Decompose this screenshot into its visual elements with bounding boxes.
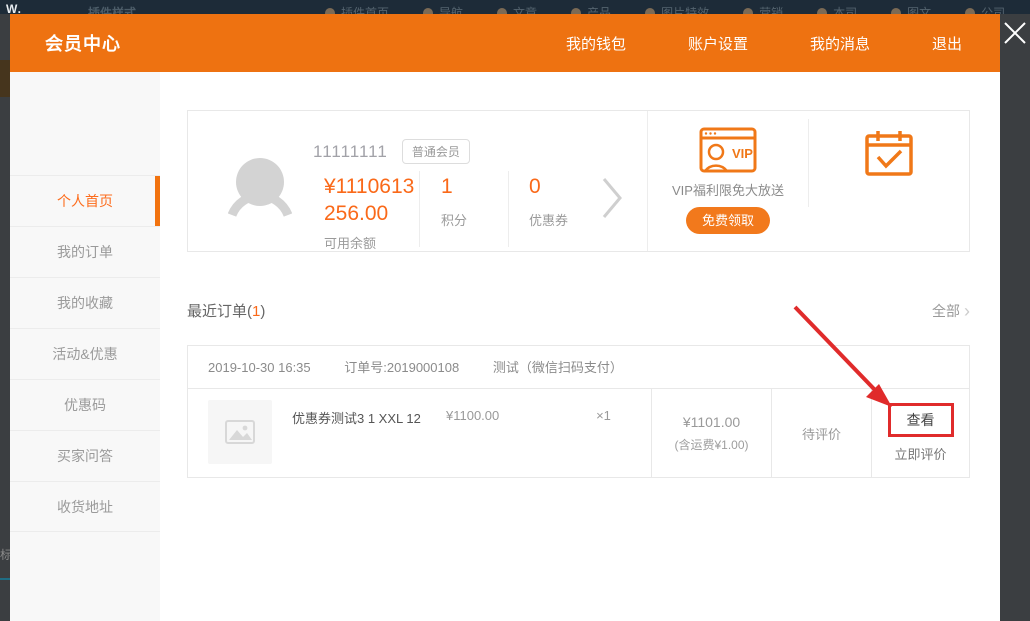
sidebar-item-label: 个人首页 (57, 193, 113, 209)
member-center-header: 会员中心 我的钱包 账户设置 我的消息 退出 (10, 14, 1000, 72)
nav-account-settings[interactable]: 账户设置 (688, 33, 748, 54)
product-name[interactable]: 优惠券测试3 1 XXL 12 (292, 408, 446, 427)
sidebar-item-activities-discounts[interactable]: 活动&优惠 (10, 328, 160, 379)
sidebar-item-coupon-code[interactable]: 优惠码 (10, 379, 160, 430)
vip-benefit-icon: VIP (648, 127, 808, 178)
checkin-section[interactable] (808, 111, 969, 251)
username: 11111111 (313, 142, 388, 162)
sidebar-item-my-favorites[interactable]: 我的收藏 (10, 277, 160, 328)
sidebar-item-label: 我的订单 (57, 244, 113, 260)
coupons-value: 0 (529, 173, 568, 200)
background-nav-item: 公司 (965, 4, 1005, 14)
coupons-label: 优惠券 (529, 210, 568, 229)
orders-title-suffix: ) (260, 303, 265, 320)
sidebar: 个人首页 我的订单 我的收藏 活动&优惠 优惠码 买家问答 收货地址 (10, 72, 160, 621)
nav-logout[interactable]: 退出 (932, 33, 962, 54)
background-nav-item: 插件首页 (325, 4, 389, 14)
background-logo-fragment: W. (6, 2, 22, 14)
points-value: 1 (441, 173, 467, 200)
background-nav-item: 产品 (571, 4, 611, 14)
product-price: ¥1100.00 (446, 408, 556, 423)
sidebar-item-personal-home[interactable]: 个人首页 (10, 175, 160, 226)
profile-section: 11111111 普通会员 ¥1110613256.00 可用余额 1 积分 0… (188, 111, 647, 251)
background-nav-item: 图片特效 (645, 4, 709, 14)
order-number: 订单号:2019000108 (344, 360, 459, 375)
sidebar-item-label: 我的收藏 (57, 295, 113, 311)
background-nav-fragments: 插件首页 导航 文章 产品 图片特效 营销 本司 图文 公司 常用 更多 (325, 4, 1030, 14)
points-label: 积分 (441, 210, 467, 229)
background-nav-item: 本司 (817, 4, 857, 14)
background-left-fragment-block (0, 60, 10, 97)
nav-my-wallet[interactable]: 我的钱包 (566, 33, 626, 54)
vip-section: VIP VIP福利限免大放送 免费领取 (647, 111, 808, 251)
all-label: 全部 (932, 301, 960, 321)
sidebar-item-label: 优惠码 (64, 397, 106, 413)
review-now-button[interactable]: 立即评价 (894, 444, 946, 463)
avatar-silhouette-icon (228, 157, 292, 221)
product-quantity: ×1 (556, 408, 651, 423)
order-date: 2019-10-30 16:35 (208, 360, 311, 375)
calendar-icon (864, 129, 914, 177)
profile-detail-chevron[interactable] (600, 175, 624, 226)
background-nav-item: 图文 (891, 4, 931, 14)
background-style-fragment: 插件样式 (88, 4, 136, 14)
sidebar-item-shipping-address[interactable]: 收货地址 (10, 481, 160, 532)
vip-browser-icon: VIP (699, 127, 757, 173)
main-panel: 11111111 普通会员 ¥1110613256.00 可用余额 1 积分 0… (160, 72, 1000, 621)
balance-value: ¥1110613256.00 (324, 173, 424, 227)
view-all-orders-link[interactable]: 全部 › (932, 301, 970, 321)
sidebar-spacer (10, 72, 160, 175)
background-top-navbar: W. 插件样式 插件首页 导航 文章 产品 图片特效 营销 本司 图文 公司 常… (0, 0, 1030, 14)
background-nav-item: 文章 (497, 4, 537, 14)
sidebar-item-buyer-qa[interactable]: 买家问答 (10, 430, 160, 481)
close-button[interactable] (1001, 19, 1029, 47)
order-card: 2019-10-30 16:35 订单号:2019000108 测试（微信扫码支… (187, 345, 970, 478)
coupons-stat[interactable]: 0 优惠券 (529, 173, 568, 229)
order-total-cell: ¥1101.00 (含运费¥1.00) (651, 389, 771, 477)
view-order-button[interactable]: 查看 (907, 412, 935, 428)
avatar (228, 157, 292, 221)
annotation-highlight-box: 查看 (888, 403, 954, 437)
chevron-right-icon (600, 175, 624, 221)
username-row: 11111111 普通会员 (313, 139, 470, 164)
order-total: ¥1101.00 (683, 414, 740, 430)
orders-title-prefix: 最近订单( (187, 303, 252, 320)
order-body-row: 优惠券测试3 1 XXL 12 ¥1100.00 ×1 ¥1101.00 (含运… (188, 389, 969, 477)
nav-my-messages[interactable]: 我的消息 (810, 33, 870, 54)
close-icon (1001, 19, 1029, 47)
member-level-badge: 普通会员 (402, 139, 470, 164)
vip-caption: VIP福利限免大放送 (648, 180, 808, 199)
background-nav-item: 营销 (743, 4, 783, 14)
product-thumbnail[interactable] (208, 400, 272, 464)
order-header-row: 2019-10-30 16:35 订单号:2019000108 测试（微信扫码支… (188, 346, 969, 389)
sidebar-item-label: 买家问答 (57, 448, 113, 464)
order-status: 待评价 (802, 424, 841, 443)
recent-orders-header: 最近订单(1) 全部 › (187, 300, 970, 321)
points-stat[interactable]: 1 积分 (441, 173, 467, 229)
background-left-text-fragment: 标 (0, 546, 10, 563)
vip-icon-label: VIP (732, 146, 753, 161)
background-left-line-fragment (0, 578, 10, 580)
order-payment-note: 测试（微信扫码支付） (493, 360, 623, 375)
order-product-cell: 优惠券测试3 1 XXL 12 ¥1100.00 ×1 (188, 389, 651, 477)
order-status-cell: 待评价 (771, 389, 871, 477)
sidebar-item-label: 活动&优惠 (52, 346, 117, 362)
order-action-cell: 查看 立即评价 (871, 389, 969, 477)
sidebar-item-label: 收货地址 (57, 499, 113, 515)
page-title: 会员中心 (45, 30, 121, 56)
balance-stat[interactable]: ¥1110613256.00 可用余额 (324, 173, 424, 252)
free-claim-button[interactable]: 免费领取 (686, 207, 770, 234)
background-nav-item: 导航 (423, 4, 463, 14)
shipping-note: (含运费¥1.00) (674, 436, 748, 453)
account-summary-card: 11111111 普通会员 ¥1110613256.00 可用余额 1 积分 0… (187, 110, 970, 252)
header-nav: 我的钱包 账户设置 我的消息 退出 (504, 33, 1000, 54)
chevron-right-icon: › (964, 304, 970, 318)
balance-label: 可用余额 (324, 233, 424, 252)
calendar-check-icon (808, 129, 969, 182)
divider (508, 171, 509, 247)
recent-orders-title: 最近订单(1) (187, 300, 265, 321)
image-placeholder-icon (225, 420, 255, 444)
sidebar-item-my-orders[interactable]: 我的订单 (10, 226, 160, 277)
